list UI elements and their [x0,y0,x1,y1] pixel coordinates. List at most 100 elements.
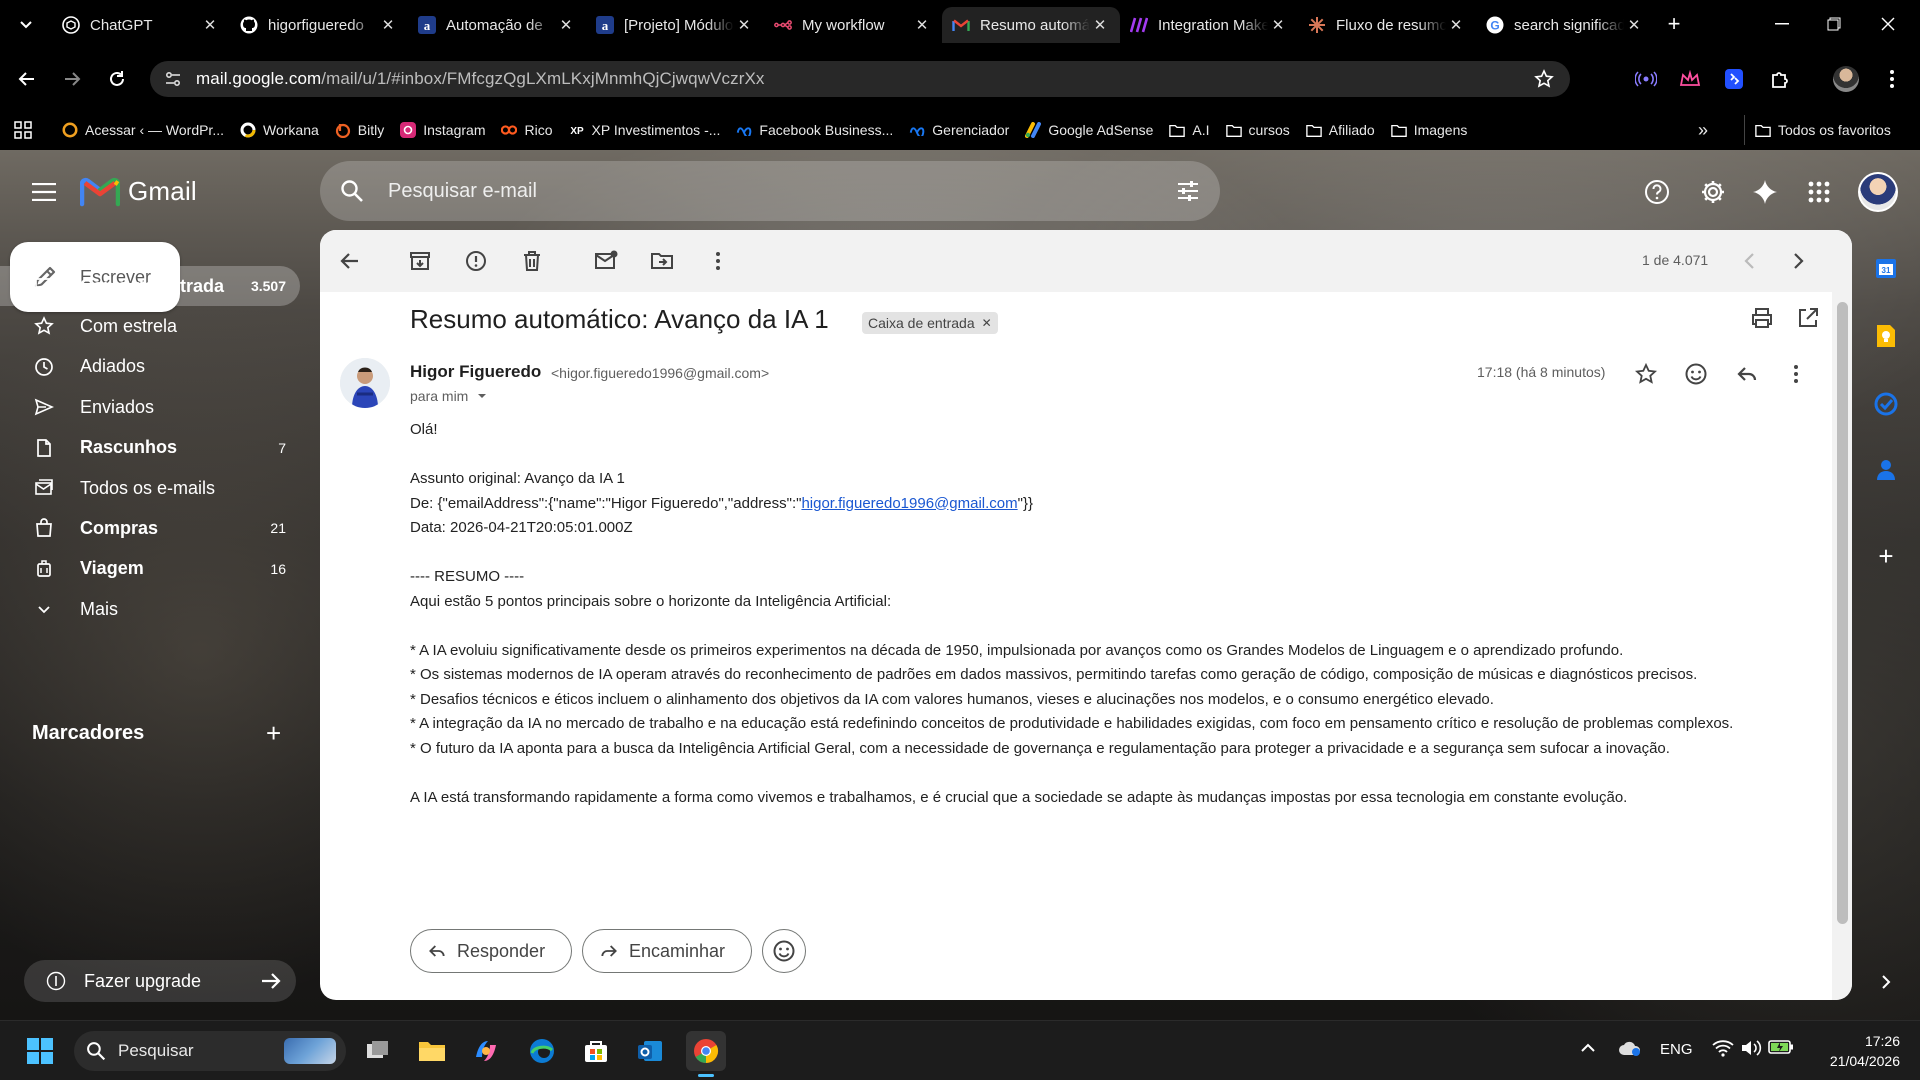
site-settings-icon[interactable] [164,70,182,88]
get-addons-button[interactable]: + [1870,540,1902,572]
settings-button[interactable] [1698,177,1728,207]
all-bookmarks[interactable]: Todos os favoritos [1744,115,1899,145]
show-hidden-icons[interactable] [1580,1041,1596,1053]
close-tab-icon[interactable]: ✕ [200,16,220,34]
forward-button[interactable] [54,61,90,97]
message-more-button[interactable] [1782,360,1810,388]
gmail-logo[interactable]: Gmail [80,176,197,207]
sidebar-item-enviados[interactable]: Enviados [0,387,300,427]
delete-button[interactable] [520,249,544,273]
archive-button[interactable] [408,249,432,273]
sender-email-link[interactable]: higor.figueredo1996@gmail.com [801,495,1017,512]
search-input[interactable] [388,161,1108,221]
tasks-app-button[interactable] [1870,388,1902,420]
wifi-tray[interactable] [1712,1039,1734,1057]
report-spam-button[interactable] [464,249,488,273]
close-tab-icon[interactable]: ✕ [912,16,932,34]
system-clock[interactable]: 17:26 21/04/2026 [1790,1031,1900,1071]
start-button[interactable] [20,1031,60,1071]
taskbar-search[interactable]: Pesquisar [74,1031,346,1071]
sidebar-item-todos-os-e-mails[interactable]: Todos os e-mails [0,468,300,508]
contacts-app-button[interactable] [1870,454,1902,486]
bookmark-item[interactable]: Bitly [327,115,392,145]
scrollbar-thumb[interactable] [1837,302,1848,924]
browser-tab[interactable]: Integration Make ✕ [1120,7,1298,43]
tab-search-button[interactable] [0,0,52,48]
language-indicator[interactable]: ENG [1660,1041,1693,1058]
browser-tab[interactable]: Gsearch significado ✕ [1476,7,1654,43]
task-view-button[interactable] [358,1031,398,1071]
sidebar-item-viagem[interactable]: Viagem 16 [0,549,300,589]
chrome-taskbar-button[interactable] [686,1031,726,1077]
sidebar-item-adiados[interactable]: Adiados [0,347,300,387]
browser-tab[interactable]: Resumo automático✕ [942,7,1120,43]
sidebar-item-caixa-de-entrada[interactable]: Caixa de entrada 3.507 [0,266,300,306]
open-new-window-button[interactable] [1796,306,1820,330]
support-button[interactable] [1642,177,1672,207]
remove-label-icon[interactable]: ✕ [982,316,992,330]
google-apps-button[interactable] [1804,177,1834,207]
close-window-button[interactable] [1860,0,1916,48]
bookmarks-overflow[interactable]: » [1690,115,1716,145]
close-tab-icon[interactable]: ✕ [1090,16,1110,34]
bookmark-item[interactable]: Google AdSense [1017,115,1161,145]
back-button[interactable] [9,61,45,97]
search-options-icon[interactable] [1176,179,1200,203]
bookmark-item[interactable]: Gerenciador [901,115,1017,145]
reply-icon-button[interactable] [1733,360,1761,388]
store-button[interactable] [576,1031,616,1071]
close-tab-icon[interactable]: ✕ [1624,16,1644,34]
apps-button[interactable] [0,115,54,145]
bookmark-star-icon[interactable] [1534,69,1554,89]
browser-tab[interactable]: Fluxo de resumo ✕ [1298,7,1476,43]
onedrive-tray[interactable] [1618,1039,1642,1057]
more-actions-button[interactable] [706,249,730,273]
sidebar-item-com-estrela[interactable]: Com estrela [0,306,300,346]
close-tab-icon[interactable]: ✕ [1268,16,1288,34]
mark-unread-button[interactable] [594,249,618,273]
sender-name[interactable]: Higor Figueredo [410,362,541,382]
volume-tray[interactable] [1740,1039,1762,1057]
gemini-button[interactable] [1750,177,1780,207]
older-button[interactable] [1786,249,1810,273]
close-tab-icon[interactable]: ✕ [734,16,754,34]
bookmark-item[interactable]: Rico [493,115,560,145]
file-explorer-button[interactable] [412,1031,452,1071]
extensions-button[interactable] [1762,61,1798,97]
recipient-details[interactable]: para mim [410,388,490,404]
sidebar-item-rascunhos[interactable]: Rascunhos 7 [0,428,300,468]
browser-tab[interactable]: ChatGPT ✕ [52,7,230,43]
close-tab-icon[interactable]: ✕ [556,16,576,34]
minimize-button[interactable] [1754,0,1810,48]
extension-2[interactable] [1672,61,1708,97]
extension-3[interactable] [1716,61,1752,97]
bookmark-item[interactable]: XP XP Investimentos -... [561,115,729,145]
reload-button[interactable] [99,61,135,97]
restore-button[interactable] [1806,0,1862,48]
bookmark-item[interactable]: Facebook Business... [728,115,901,145]
upgrade-button[interactable]: Fazer upgrade [24,960,296,1002]
bookmark-item[interactable]: Workana [232,115,327,145]
bookmark-item[interactable]: A.I [1161,115,1217,145]
browser-tab[interactable]: a Automação de ✕ [408,7,586,43]
main-menu-button[interactable] [28,176,60,208]
copilot-button[interactable] [466,1031,506,1071]
close-tab-icon[interactable]: ✕ [378,16,398,34]
back-to-inbox-button[interactable] [338,249,362,273]
profile-button[interactable] [1828,61,1864,97]
search-icon[interactable] [340,179,364,203]
newer-button[interactable] [1738,249,1762,273]
add-reaction-button[interactable] [1682,360,1710,388]
bookmark-item[interactable]: Instagram [392,115,493,145]
move-to-button[interactable] [650,249,674,273]
sidebar-item-compras[interactable]: Compras 21 [0,508,300,548]
sidebar-item-mais[interactable]: Mais [0,589,300,629]
bookmark-item[interactable]: Afiliado [1298,115,1383,145]
keep-app-button[interactable] [1870,320,1902,352]
calendar-app-button[interactable]: 31 [1870,252,1902,284]
browser-tab[interactable]: higorfigueredo ✕ [230,7,408,43]
address-bar[interactable]: mail.google.com/mail/u/1/#inbox/FMfcgzQg… [150,61,1570,97]
new-tab-button[interactable]: + [1654,6,1694,42]
message-scrollbar[interactable] [1832,292,1852,1000]
emoji-reaction-button[interactable] [762,929,806,973]
